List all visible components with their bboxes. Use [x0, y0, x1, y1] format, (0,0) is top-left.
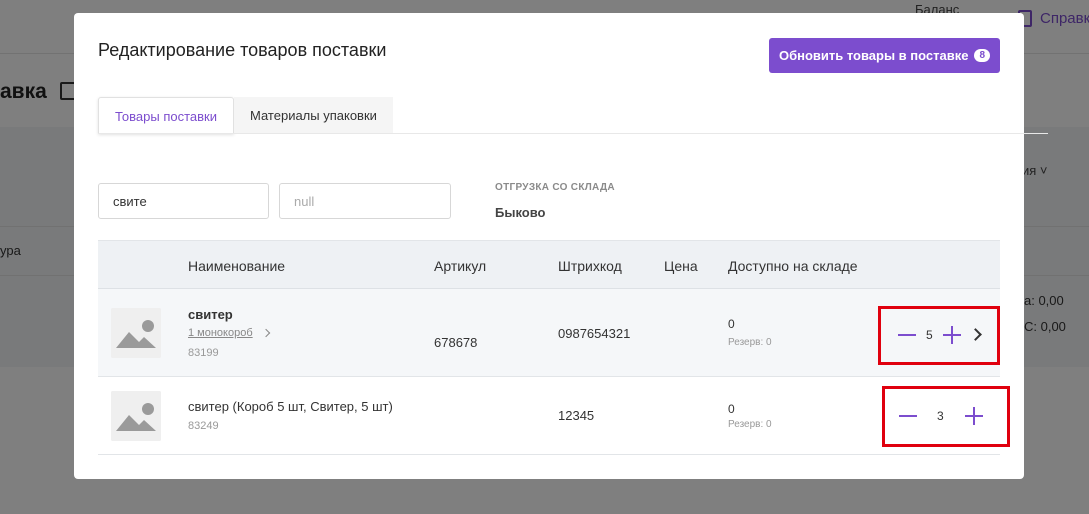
- box-link[interactable]: 1 монокороб: [188, 327, 270, 339]
- product-name: свитер: [188, 307, 233, 322]
- search-input[interactable]: свите: [98, 183, 269, 219]
- shipment-warehouse: Быково: [495, 205, 546, 220]
- image-icon: [111, 308, 161, 358]
- increase-quantity-button[interactable]: [965, 407, 983, 425]
- chevron-right-icon: [261, 328, 270, 338]
- quantity-stepper: 3: [882, 386, 1010, 447]
- tab-packaging-materials[interactable]: Материалы упаковки: [234, 97, 393, 134]
- shipment-label: ОТГРУЗКА СО СКЛАДА: [495, 182, 615, 193]
- barcode-value: 12345: [558, 408, 595, 423]
- edit-supply-modal: Редактирование товаров поставки Обновить…: [74, 13, 1048, 479]
- available-value: 0: [728, 317, 735, 331]
- box-link-label: 1 монокороб: [188, 327, 253, 339]
- product-id: 83199: [188, 347, 219, 359]
- table-header: Наименование Артикул Штрихкод Цена Досту…: [98, 240, 1000, 289]
- update-items-label: Обновить товары в поставке: [778, 48, 969, 63]
- product-name: свитер (Короб 5 шт, Свитер, 5 шт): [188, 399, 393, 414]
- filter-input[interactable]: null: [279, 183, 451, 219]
- update-items-button[interactable]: Обновить товары в поставке 8: [769, 38, 1000, 73]
- product-image-placeholder: [111, 391, 161, 441]
- available-value: 0: [728, 402, 735, 416]
- table-row: свитер 1 монокороб 83199 678678 09876543…: [98, 289, 1000, 377]
- quantity-value[interactable]: 3: [937, 409, 944, 423]
- decrease-quantity-button[interactable]: [899, 415, 917, 417]
- column-header-available: Доступно на складе: [728, 258, 858, 274]
- decrease-quantity-button[interactable]: [898, 334, 916, 336]
- tab-bar: Товары поставки Материалы упаковки: [98, 97, 393, 134]
- increase-quantity-button[interactable]: [943, 326, 961, 344]
- product-id: 83249: [188, 420, 219, 432]
- chevron-right-icon[interactable]: [969, 328, 982, 341]
- product-image-placeholder: [111, 308, 161, 358]
- column-header-article: Артикул: [434, 258, 487, 274]
- column-header-name: Наименование: [188, 258, 286, 274]
- update-count-badge: 8: [974, 49, 991, 62]
- tab-supply-items[interactable]: Товары поставки: [98, 97, 234, 134]
- image-icon: [111, 391, 161, 441]
- table-row: свитер (Короб 5 шт, Свитер, 5 шт) 83249 …: [98, 377, 1000, 455]
- column-header-barcode: Штрихкод: [558, 258, 622, 274]
- column-header-price: Цена: [664, 258, 698, 274]
- tabs-divider: [98, 133, 1048, 134]
- reserve-value: Резерв: 0: [728, 419, 772, 430]
- modal-title: Редактирование товаров поставки: [98, 40, 387, 60]
- article-value: 678678: [434, 335, 478, 350]
- quantity-value[interactable]: 5: [926, 328, 933, 342]
- barcode-value: 0987654321: [558, 326, 631, 341]
- quantity-stepper: 5: [878, 306, 1000, 365]
- reserve-value: Резерв: 0: [728, 337, 772, 348]
